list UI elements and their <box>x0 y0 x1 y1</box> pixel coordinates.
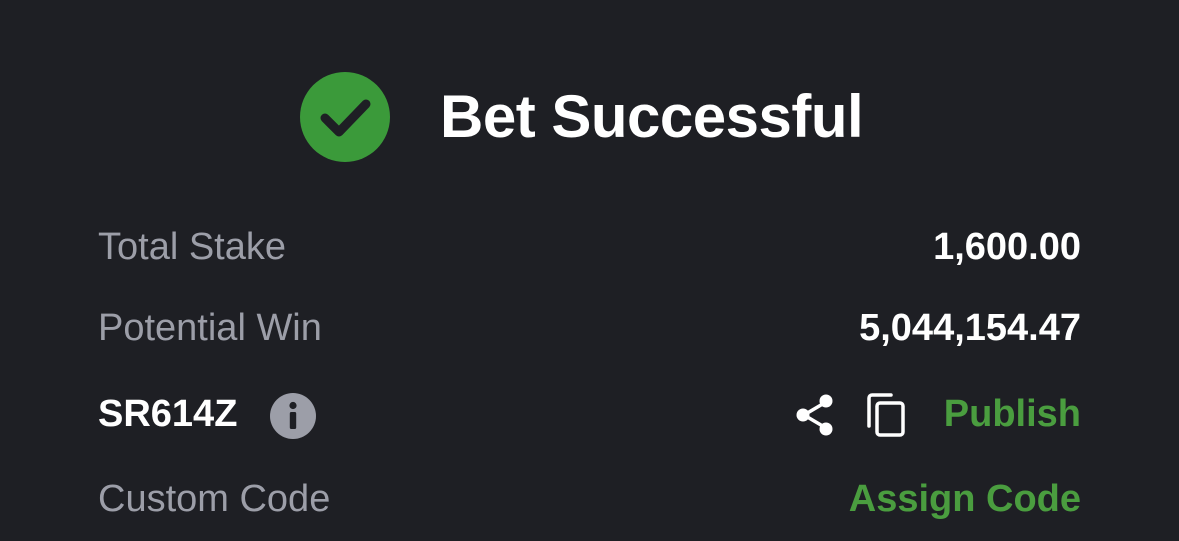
potential-win-value: 5,044,154.47 <box>859 307 1081 349</box>
bet-status-header: Bet Successful <box>0 72 1179 162</box>
custom-code-row: Custom Code Assign Code <box>98 471 1081 527</box>
copy-icon[interactable] <box>865 392 909 438</box>
booking-code: SR614Z <box>98 393 238 435</box>
total-stake-value: 1,600.00 <box>933 226 1081 268</box>
custom-code-label: Custom Code <box>98 478 331 520</box>
total-stake-label: Total Stake <box>98 226 286 268</box>
total-stake-row: Total Stake 1,600.00 <box>98 219 1081 275</box>
assign-code-button[interactable]: Assign Code <box>849 471 1081 527</box>
info-icon[interactable] <box>270 393 316 439</box>
publish-button[interactable]: Publish <box>944 386 1081 442</box>
page-title: Bet Successful <box>440 83 864 150</box>
bet-confirmation-panel: Bet Successful Total Stake 1,600.00 Pote… <box>0 0 1179 541</box>
check-circle-icon <box>300 72 390 162</box>
potential-win-label: Potential Win <box>98 307 322 349</box>
share-icon[interactable] <box>792 392 838 438</box>
booking-code-row: SR614Z Publish <box>98 386 1081 442</box>
potential-win-row: Potential Win 5,044,154.47 <box>98 300 1081 356</box>
